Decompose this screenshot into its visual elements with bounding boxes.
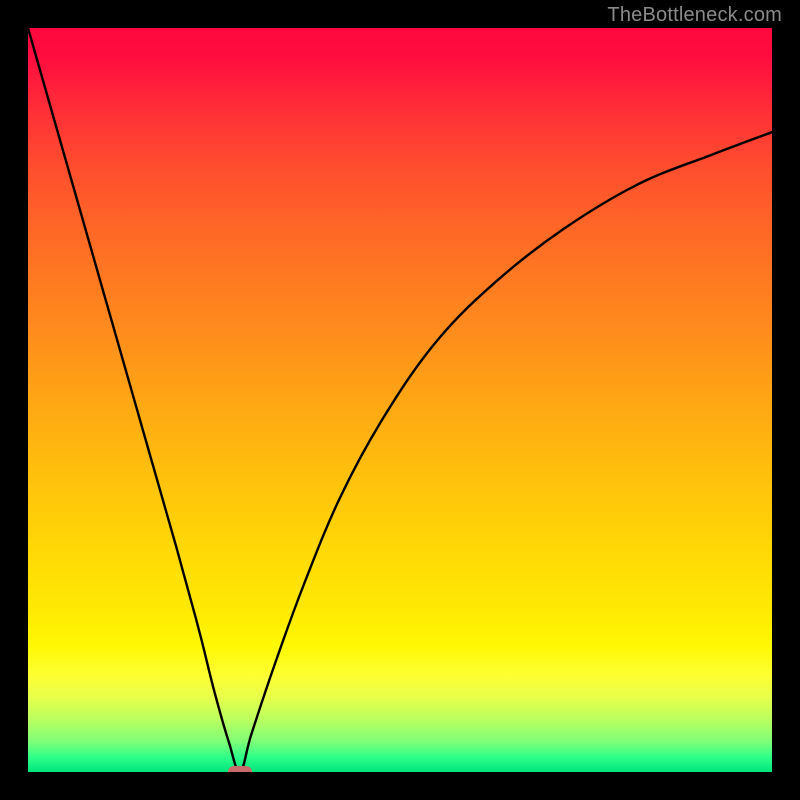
plot-area: [28, 28, 772, 772]
bottleneck-curve: [28, 28, 772, 772]
minimum-marker: [228, 766, 252, 772]
curve-path: [28, 28, 772, 772]
chart-container: TheBottleneck.com: [0, 0, 800, 800]
watermark-label: TheBottleneck.com: [607, 4, 782, 27]
